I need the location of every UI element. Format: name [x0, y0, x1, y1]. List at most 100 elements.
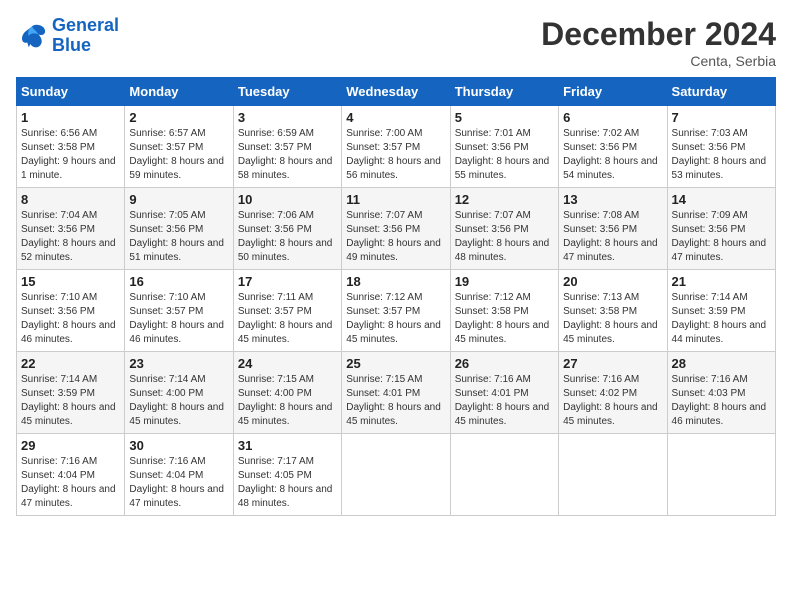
- title-block: December 2024 Centa, Serbia: [541, 16, 776, 69]
- day-info: Sunrise: 7:11 AM Sunset: 3:57 PM Dayligh…: [238, 291, 337, 347]
- day-info: Sunrise: 7:05 AM Sunset: 3:56 PM Dayligh…: [129, 209, 228, 265]
- sunrise-text: Sunrise: 7:09 AM: [672, 210, 748, 221]
- day-info: Sunrise: 7:16 AM Sunset: 4:02 PM Dayligh…: [563, 373, 662, 429]
- day-cell-17: 17 Sunrise: 7:11 AM Sunset: 3:57 PM Dayl…: [233, 270, 341, 352]
- sunset-text: Sunset: 3:57 PM: [238, 142, 312, 153]
- day-cell-8: 8 Sunrise: 7:04 AM Sunset: 3:56 PM Dayli…: [17, 188, 125, 270]
- sunset-text: Sunset: 3:56 PM: [21, 224, 95, 235]
- sunset-text: Sunset: 3:57 PM: [238, 306, 312, 317]
- day-number: 19: [455, 274, 554, 289]
- sunrise-text: Sunrise: 7:02 AM: [563, 128, 639, 139]
- sunrise-text: Sunrise: 7:12 AM: [346, 292, 422, 303]
- day-number: 4: [346, 110, 445, 125]
- daylight-text: Daylight: 8 hours and 47 minutes.: [21, 484, 116, 509]
- day-cell-10: 10 Sunrise: 7:06 AM Sunset: 3:56 PM Dayl…: [233, 188, 341, 270]
- sunset-text: Sunset: 3:58 PM: [563, 306, 637, 317]
- daylight-text: Daylight: 8 hours and 45 minutes.: [455, 402, 550, 427]
- day-number: 24: [238, 356, 337, 371]
- sunset-text: Sunset: 3:56 PM: [672, 142, 746, 153]
- calendar-week-1: 1 Sunrise: 6:56 AM Sunset: 3:58 PM Dayli…: [17, 106, 776, 188]
- daylight-text: Daylight: 8 hours and 45 minutes.: [455, 320, 550, 345]
- sunrise-text: Sunrise: 6:59 AM: [238, 128, 314, 139]
- day-number: 8: [21, 192, 120, 207]
- sunset-text: Sunset: 4:00 PM: [129, 388, 203, 399]
- sunrise-text: Sunrise: 7:10 AM: [129, 292, 205, 303]
- sunset-text: Sunset: 3:56 PM: [672, 224, 746, 235]
- day-info: Sunrise: 7:16 AM Sunset: 4:04 PM Dayligh…: [129, 455, 228, 511]
- day-number: 26: [455, 356, 554, 371]
- sunset-text: Sunset: 4:04 PM: [129, 470, 203, 481]
- sunrise-text: Sunrise: 7:14 AM: [672, 292, 748, 303]
- sunrise-text: Sunrise: 7:06 AM: [238, 210, 314, 221]
- day-number: 15: [21, 274, 120, 289]
- sunrise-text: Sunrise: 7:14 AM: [21, 374, 97, 385]
- daylight-text: Daylight: 8 hours and 53 minutes.: [672, 156, 767, 181]
- sunrise-text: Sunrise: 7:12 AM: [455, 292, 531, 303]
- calendar-week-4: 22 Sunrise: 7:14 AM Sunset: 3:59 PM Dayl…: [17, 352, 776, 434]
- day-cell-19: 19 Sunrise: 7:12 AM Sunset: 3:58 PM Dayl…: [450, 270, 558, 352]
- daylight-text: Daylight: 8 hours and 51 minutes.: [129, 238, 224, 263]
- day-info: Sunrise: 7:12 AM Sunset: 3:57 PM Dayligh…: [346, 291, 445, 347]
- day-cell-6: 6 Sunrise: 7:02 AM Sunset: 3:56 PM Dayli…: [559, 106, 667, 188]
- day-cell-14: 14 Sunrise: 7:09 AM Sunset: 3:56 PM Dayl…: [667, 188, 775, 270]
- daylight-text: Daylight: 8 hours and 49 minutes.: [346, 238, 441, 263]
- daylight-text: Daylight: 8 hours and 50 minutes.: [238, 238, 333, 263]
- sunset-text: Sunset: 3:58 PM: [21, 142, 95, 153]
- day-cell-20: 20 Sunrise: 7:13 AM Sunset: 3:58 PM Dayl…: [559, 270, 667, 352]
- day-cell-22: 22 Sunrise: 7:14 AM Sunset: 3:59 PM Dayl…: [17, 352, 125, 434]
- empty-cell: [559, 434, 667, 516]
- empty-cell: [667, 434, 775, 516]
- calendar-week-2: 8 Sunrise: 7:04 AM Sunset: 3:56 PM Dayli…: [17, 188, 776, 270]
- day-cell-9: 9 Sunrise: 7:05 AM Sunset: 3:56 PM Dayli…: [125, 188, 233, 270]
- day-number: 21: [672, 274, 771, 289]
- sunrise-text: Sunrise: 7:14 AM: [129, 374, 205, 385]
- weekday-header-tuesday: Tuesday: [233, 78, 341, 106]
- sunrise-text: Sunrise: 7:15 AM: [346, 374, 422, 385]
- day-cell-30: 30 Sunrise: 7:16 AM Sunset: 4:04 PM Dayl…: [125, 434, 233, 516]
- sunrise-text: Sunrise: 7:04 AM: [21, 210, 97, 221]
- daylight-text: Daylight: 8 hours and 46 minutes.: [129, 320, 224, 345]
- sunset-text: Sunset: 3:56 PM: [129, 224, 203, 235]
- daylight-text: Daylight: 8 hours and 48 minutes.: [238, 484, 333, 509]
- sunset-text: Sunset: 4:03 PM: [672, 388, 746, 399]
- day-cell-7: 7 Sunrise: 7:03 AM Sunset: 3:56 PM Dayli…: [667, 106, 775, 188]
- day-cell-21: 21 Sunrise: 7:14 AM Sunset: 3:59 PM Dayl…: [667, 270, 775, 352]
- sunset-text: Sunset: 4:02 PM: [563, 388, 637, 399]
- day-number: 22: [21, 356, 120, 371]
- day-cell-15: 15 Sunrise: 7:10 AM Sunset: 3:56 PM Dayl…: [17, 270, 125, 352]
- day-cell-12: 12 Sunrise: 7:07 AM Sunset: 3:56 PM Dayl…: [450, 188, 558, 270]
- weekday-header-sunday: Sunday: [17, 78, 125, 106]
- daylight-text: Daylight: 8 hours and 45 minutes.: [129, 402, 224, 427]
- empty-cell: [450, 434, 558, 516]
- calendar-week-5: 29 Sunrise: 7:16 AM Sunset: 4:04 PM Dayl…: [17, 434, 776, 516]
- weekday-header-monday: Monday: [125, 78, 233, 106]
- day-number: 12: [455, 192, 554, 207]
- daylight-text: Daylight: 8 hours and 45 minutes.: [21, 402, 116, 427]
- daylight-text: Daylight: 8 hours and 48 minutes.: [455, 238, 550, 263]
- sunrise-text: Sunrise: 7:07 AM: [346, 210, 422, 221]
- sunrise-text: Sunrise: 7:01 AM: [455, 128, 531, 139]
- empty-cell: [342, 434, 450, 516]
- daylight-text: Daylight: 8 hours and 45 minutes.: [346, 402, 441, 427]
- sunrise-text: Sunrise: 7:16 AM: [21, 456, 97, 467]
- day-cell-11: 11 Sunrise: 7:07 AM Sunset: 3:56 PM Dayl…: [342, 188, 450, 270]
- day-info: Sunrise: 7:09 AM Sunset: 3:56 PM Dayligh…: [672, 209, 771, 265]
- day-number: 3: [238, 110, 337, 125]
- day-number: 13: [563, 192, 662, 207]
- sunset-text: Sunset: 3:56 PM: [455, 142, 529, 153]
- day-info: Sunrise: 7:10 AM Sunset: 3:57 PM Dayligh…: [129, 291, 228, 347]
- sunrise-text: Sunrise: 7:13 AM: [563, 292, 639, 303]
- day-cell-24: 24 Sunrise: 7:15 AM Sunset: 4:00 PM Dayl…: [233, 352, 341, 434]
- day-info: Sunrise: 7:03 AM Sunset: 3:56 PM Dayligh…: [672, 127, 771, 183]
- day-info: Sunrise: 7:07 AM Sunset: 3:56 PM Dayligh…: [455, 209, 554, 265]
- day-number: 5: [455, 110, 554, 125]
- sunset-text: Sunset: 3:57 PM: [346, 142, 420, 153]
- daylight-text: Daylight: 8 hours and 47 minutes.: [563, 238, 658, 263]
- day-number: 28: [672, 356, 771, 371]
- sunset-text: Sunset: 3:56 PM: [455, 224, 529, 235]
- day-cell-18: 18 Sunrise: 7:12 AM Sunset: 3:57 PM Dayl…: [342, 270, 450, 352]
- day-number: 9: [129, 192, 228, 207]
- day-number: 18: [346, 274, 445, 289]
- sunrise-text: Sunrise: 7:10 AM: [21, 292, 97, 303]
- day-number: 30: [129, 438, 228, 453]
